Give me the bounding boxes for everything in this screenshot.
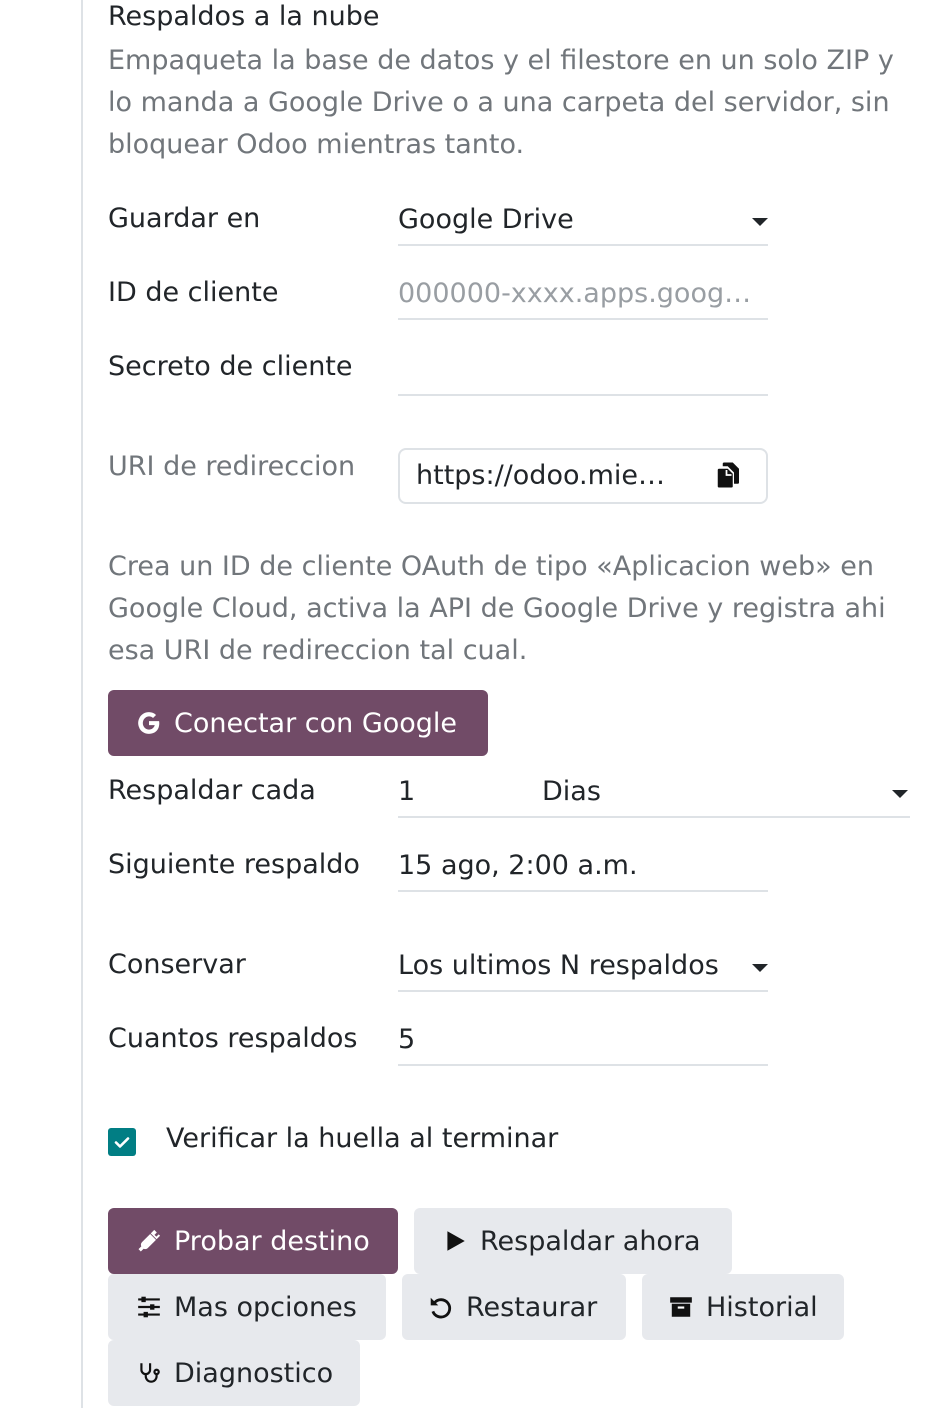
- play-icon: [440, 1226, 470, 1256]
- next-backup-label: Siguiente respaldo: [108, 849, 360, 880]
- save-to-select[interactable]: Google Drive: [398, 198, 768, 246]
- client-secret-input[interactable]: [398, 348, 768, 396]
- plug-icon: [134, 1226, 164, 1256]
- backup-now-label: Respaldar ahora: [480, 1225, 701, 1257]
- connect-google-button[interactable]: Conectar con Google: [108, 690, 488, 756]
- verify-checkbox[interactable]: [108, 1128, 136, 1156]
- diagnostics-label: Diagnostico: [174, 1357, 334, 1389]
- redirect-uri-field[interactable]: https://odoo.mie…: [398, 448, 768, 504]
- connect-google-label: Conectar con Google: [174, 707, 458, 739]
- more-options-button[interactable]: Mas opciones: [108, 1274, 386, 1340]
- chevron-down-icon: [752, 218, 768, 226]
- test-destination-label: Probar destino: [174, 1225, 370, 1257]
- how-many-label: Cuantos respaldos: [108, 1023, 358, 1054]
- check-icon: [114, 1137, 130, 1148]
- chevron-down-icon: [752, 964, 768, 972]
- diagnostics-button[interactable]: Diagnostico: [108, 1340, 360, 1406]
- backup-every-unit[interactable]: Dias: [542, 770, 601, 814]
- verify-label[interactable]: Verificar la huella al terminar: [166, 1118, 558, 1160]
- client-id-label: ID de cliente: [108, 277, 279, 308]
- history-button[interactable]: Historial: [642, 1274, 844, 1340]
- save-to-value: Google Drive: [398, 204, 574, 235]
- keep-label: Conservar: [108, 949, 246, 980]
- how-many-input[interactable]: 5: [398, 1018, 768, 1066]
- keep-value: Los ultimos N respaldos: [398, 950, 719, 981]
- redirect-uri-label: URI de redireccion: [108, 451, 356, 482]
- archive-icon: [666, 1292, 696, 1322]
- undo-icon: [426, 1292, 456, 1322]
- copy-icon[interactable]: [714, 460, 744, 490]
- backup-every-field[interactable]: 1 Dias: [398, 770, 910, 818]
- test-destination-button[interactable]: Probar destino: [108, 1208, 398, 1274]
- restore-label: Restaurar: [466, 1291, 598, 1323]
- next-backup-input[interactable]: 15 ago, 2:00 a.m.: [398, 844, 768, 892]
- oauth-hint: Crea un ID de cliente OAuth de tipo «Apl…: [108, 551, 886, 666]
- chevron-down-icon: [892, 790, 908, 798]
- keep-select[interactable]: Los ultimos N respaldos: [398, 944, 768, 992]
- redirect-uri-value: https://odoo.mie…: [416, 460, 665, 491]
- left-divider: [81, 0, 83, 1408]
- backup-every-value[interactable]: 1: [398, 776, 415, 807]
- client-id-placeholder: 000000-xxxx.apps.goog…: [398, 278, 752, 309]
- restore-button[interactable]: Restaurar: [402, 1274, 626, 1340]
- section-description: Empaqueta la base de datos y el filestor…: [108, 45, 894, 160]
- more-options-label: Mas opciones: [174, 1291, 357, 1323]
- save-to-label: Guardar en: [108, 203, 261, 234]
- section-title: Respaldos a la nube: [108, 1, 380, 32]
- next-backup-value: 15 ago, 2:00 a.m.: [398, 850, 638, 881]
- google-icon: [134, 708, 164, 738]
- how-many-value: 5: [398, 1024, 416, 1055]
- backup-now-button[interactable]: Respaldar ahora: [414, 1208, 732, 1274]
- client-id-input[interactable]: 000000-xxxx.apps.goog…: [398, 272, 768, 320]
- stethoscope-icon: [134, 1358, 164, 1388]
- sliders-icon: [134, 1292, 164, 1322]
- history-label: Historial: [706, 1291, 818, 1323]
- backup-every-label: Respaldar cada: [108, 775, 316, 806]
- client-secret-label: Secreto de cliente: [108, 351, 353, 382]
